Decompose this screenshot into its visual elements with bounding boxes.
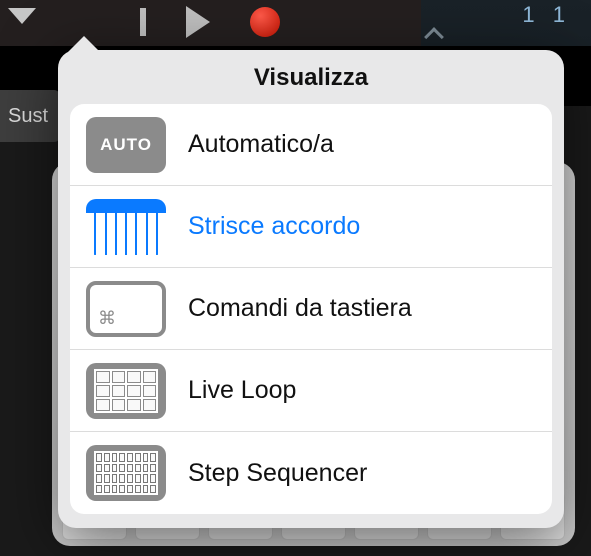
view-options-list: AUTO Automatico/a Strisce accordo ⌘ Coma… <box>70 104 552 514</box>
view-option-label: Strisce accordo <box>188 212 360 241</box>
view-option-label: Automatico/a <box>188 130 334 159</box>
view-option-step-sequencer[interactable]: Step Sequencer <box>70 432 552 514</box>
popover-arrow-icon <box>68 36 100 52</box>
stop-icon[interactable] <box>140 8 146 36</box>
popover-title: Visualizza <box>58 50 564 104</box>
disclosure-chevron-icon[interactable] <box>8 8 36 24</box>
step-sequencer-icon <box>86 445 166 501</box>
auto-icon: AUTO <box>86 117 166 173</box>
view-option-keyboard-commands[interactable]: ⌘ Comandi da tastiera <box>70 268 552 350</box>
popover-body: Visualizza AUTO Automatico/a Strisce acc… <box>58 50 564 528</box>
view-option-label: Step Sequencer <box>188 459 367 488</box>
view-option-live-loop[interactable]: Live Loop <box>70 350 552 432</box>
chord-strips-icon <box>86 199 166 255</box>
command-glyph-icon: ⌘ <box>98 308 116 329</box>
view-option-auto[interactable]: AUTO Automatico/a <box>70 104 552 186</box>
play-icon[interactable] <box>186 6 210 38</box>
keyboard-commands-icon: ⌘ <box>86 281 166 337</box>
live-loop-icon <box>86 363 166 419</box>
view-option-chord-strips[interactable]: Strisce accordo <box>70 186 552 268</box>
sustain-button[interactable]: Sust <box>0 90 60 142</box>
record-icon[interactable] <box>250 7 280 37</box>
view-option-label: Live Loop <box>188 376 296 405</box>
view-popover: Visualizza AUTO Automatico/a Strisce acc… <box>58 36 564 528</box>
view-option-label: Comandi da tastiera <box>188 294 412 323</box>
transport-controls <box>140 6 280 38</box>
